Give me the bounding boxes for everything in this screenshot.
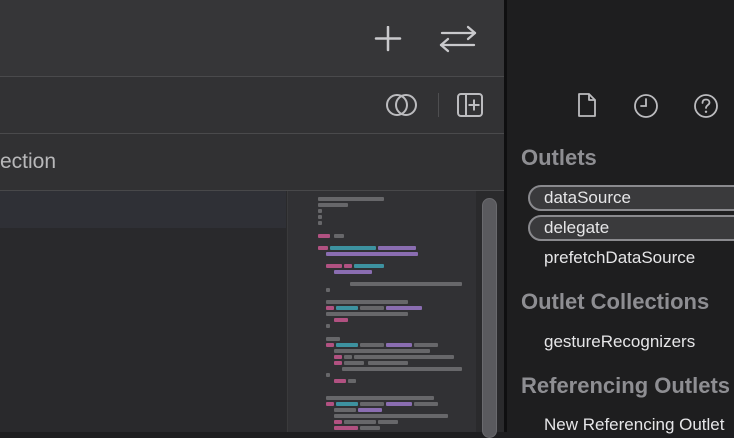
minimap-code-line — [360, 426, 380, 430]
minimap-code-line — [318, 209, 322, 213]
file-icon[interactable] — [576, 92, 598, 118]
minimap-code-line — [326, 312, 408, 316]
referencing-outlets-section-title: Referencing Outlets — [521, 373, 731, 398]
toolbar-divider — [438, 93, 439, 117]
minimap-code-line — [326, 300, 408, 304]
minimap-code-line — [360, 343, 384, 347]
minimap-code-line — [358, 408, 382, 412]
minimap-code-line — [330, 246, 376, 250]
minimap-code-line — [344, 361, 364, 365]
minimap-code-line — [334, 318, 348, 322]
outlet-delegate: delegate — [544, 218, 610, 237]
minimap-code-line — [360, 402, 384, 406]
minimap-code-line — [344, 264, 352, 268]
minimap-code-line — [326, 373, 330, 377]
minimap-code-line — [378, 246, 416, 250]
add-editor-right-icon[interactable] — [456, 92, 484, 118]
code-editor[interactable] — [0, 191, 286, 432]
history-clock-icon[interactable] — [632, 92, 660, 120]
outlet-gesture-recognizers[interactable]: gestureRecognizers — [544, 332, 695, 352]
minimap-code-line — [326, 402, 334, 406]
minimap-code-line — [318, 246, 328, 250]
minimap-code-line — [342, 367, 462, 371]
minimap-code-line — [344, 355, 352, 359]
minimap-code-line — [360, 306, 384, 310]
minimap-code-line — [326, 396, 434, 400]
minimap-code-line — [326, 337, 340, 341]
minimap-code-line — [334, 414, 448, 418]
minimap-code-line — [318, 215, 322, 219]
minimap-code-line — [334, 355, 342, 359]
minimap-code-line — [386, 402, 412, 406]
minimap-code-line — [350, 282, 462, 286]
current-line-highlight — [0, 191, 286, 228]
scrollbar-thumb[interactable] — [482, 198, 497, 438]
minimap-code-line — [318, 234, 330, 238]
minimap-code-line — [334, 408, 356, 412]
minimap-code-line — [386, 343, 412, 347]
minimap-code-line — [318, 203, 348, 207]
outlet-datasource: dataSource — [544, 188, 631, 207]
inspector-tabs — [507, 77, 734, 133]
minimap-code-line — [326, 252, 418, 256]
minimap-code-line — [334, 420, 342, 424]
minimap-code-line — [336, 343, 358, 347]
minimap-code-line — [368, 361, 408, 365]
minimap-code-line — [378, 420, 398, 424]
minimap-code-line — [318, 197, 384, 201]
outlet-prefetch-datasource[interactable]: prefetchDataSource — [544, 248, 695, 268]
minimap-code-line — [334, 349, 430, 353]
minimap-code-line — [344, 420, 376, 424]
minimap-code-line — [354, 355, 454, 359]
plus-icon[interactable] — [374, 26, 402, 52]
editor-secondary-toolbar — [0, 77, 504, 134]
minimap-code-line — [326, 288, 330, 292]
minimap-code-line — [334, 361, 342, 365]
minimap-code-line — [354, 264, 384, 268]
minimap-code-line — [334, 270, 372, 274]
minimap-code-line — [336, 306, 358, 310]
minimap-code-line — [336, 402, 358, 406]
editor-toolbar — [0, 0, 504, 77]
minimap-code-line — [334, 426, 358, 430]
editor-area: ection — [0, 0, 504, 438]
arrows-left-right-icon[interactable] — [438, 24, 478, 54]
minimap-code-line — [334, 234, 344, 238]
minimap-code-line — [326, 343, 334, 347]
minimap-code-line — [326, 306, 334, 310]
minimap-code-line — [318, 221, 322, 225]
minimap-code-line — [326, 324, 330, 328]
minimap-code-line — [414, 402, 438, 406]
minimap-code-line — [386, 306, 422, 310]
minimap-code-line — [334, 379, 346, 383]
connections-inspector: Outlets dataSource delegate prefetchData… — [507, 0, 734, 435]
minimap[interactable] — [287, 191, 476, 432]
minimap-code-line — [326, 264, 342, 268]
overlapping-circles-icon[interactable] — [385, 91, 419, 119]
jump-bar[interactable] — [0, 134, 504, 191]
outlets-section-title: Outlets — [521, 145, 597, 170]
new-referencing-outlet[interactable]: New Referencing Outlet — [544, 415, 724, 435]
minimap-code-line — [348, 379, 356, 383]
outlet-collections-section-title: Outlet Collections — [521, 289, 710, 314]
minimap-code-line — [414, 343, 438, 347]
jump-bar-label: ection — [0, 150, 57, 173]
help-question-icon[interactable] — [692, 92, 720, 120]
